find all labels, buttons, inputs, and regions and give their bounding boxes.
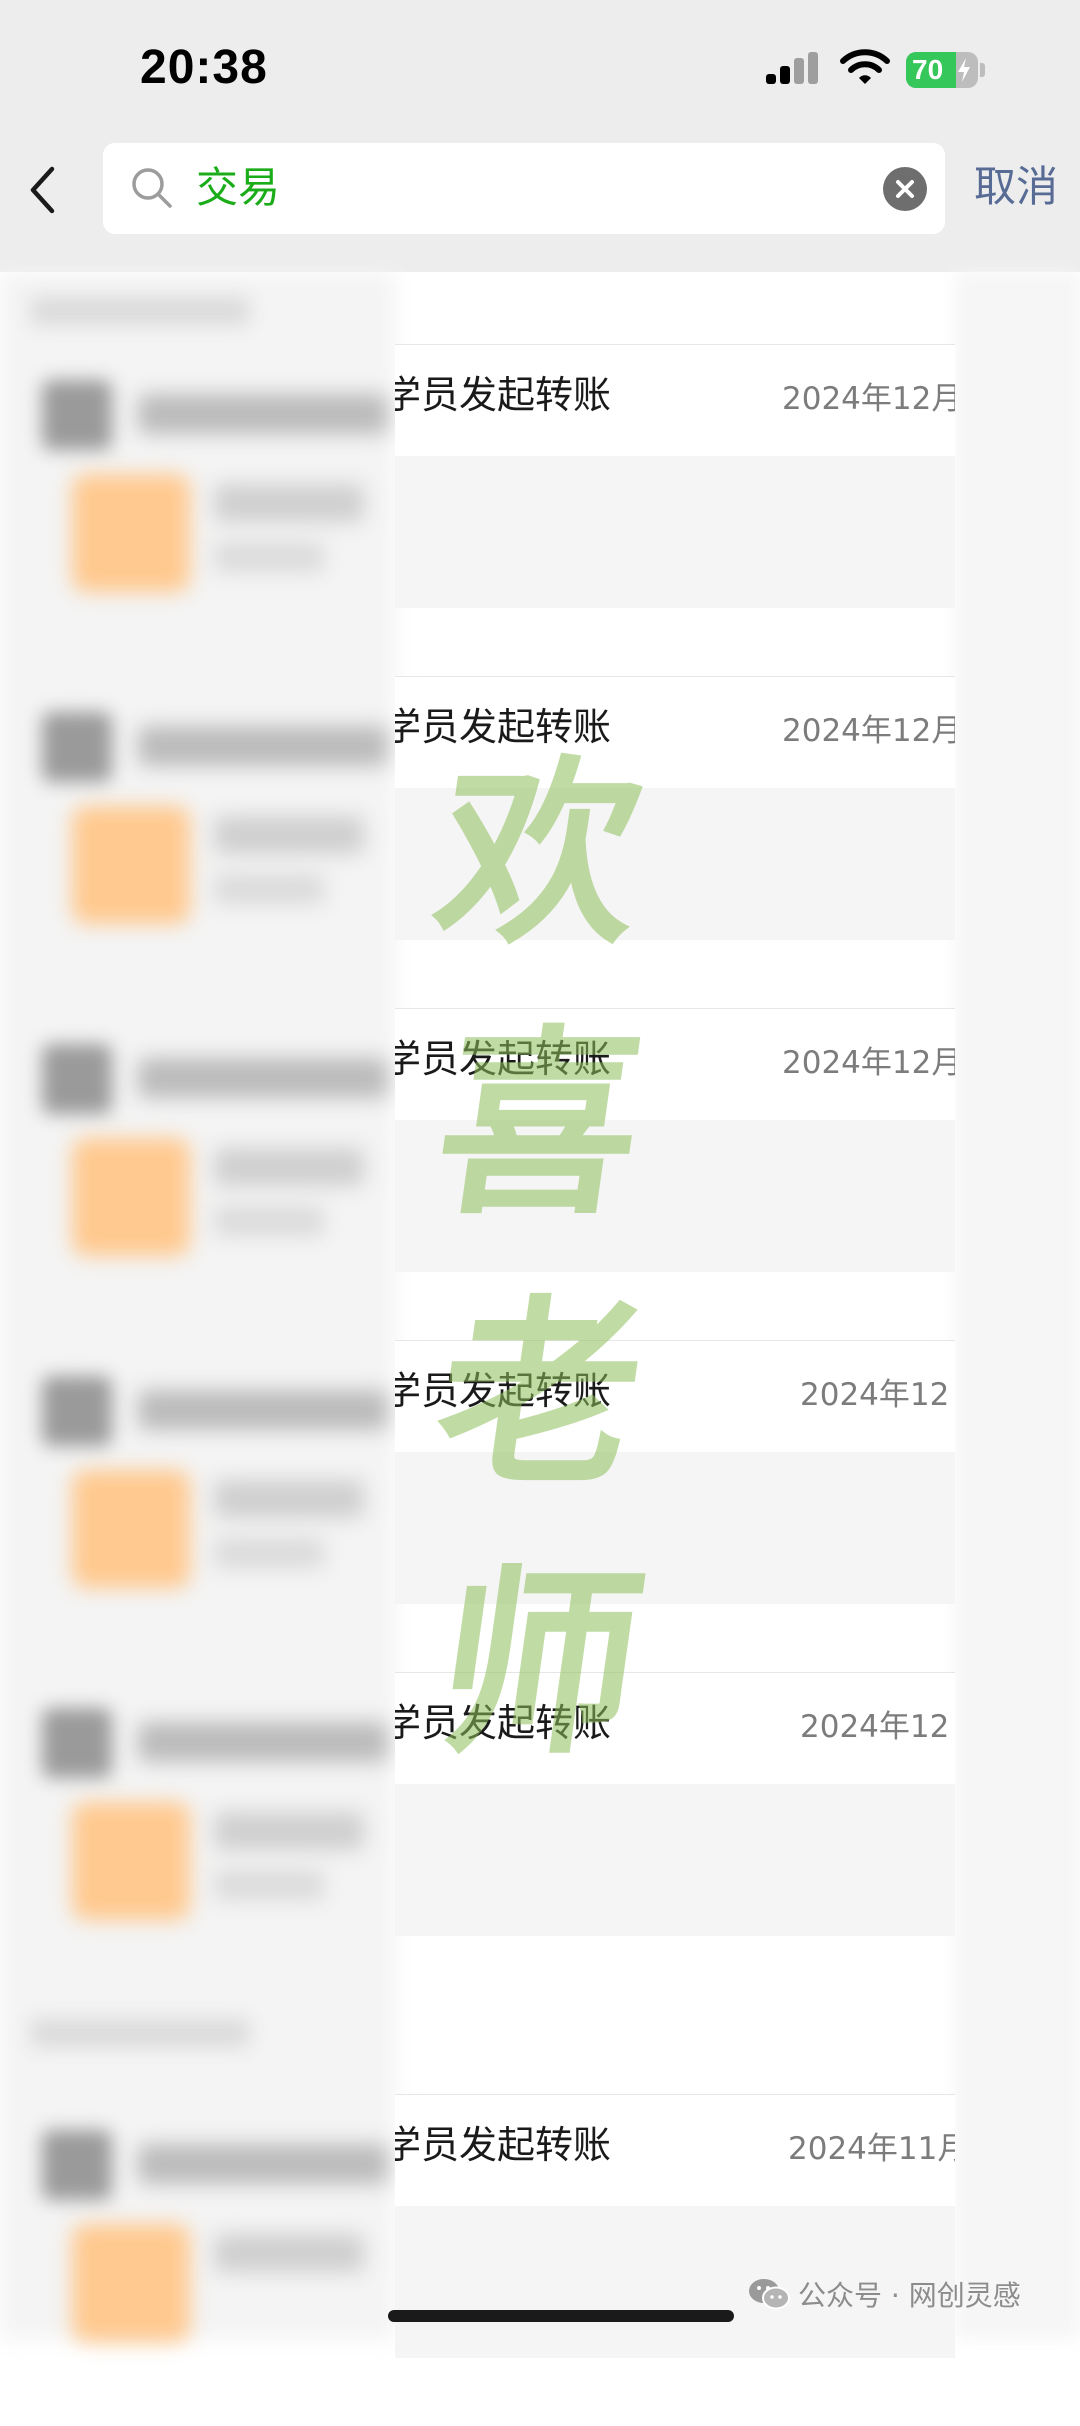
charging-bolt-icon [958, 58, 970, 82]
clear-icon [896, 180, 914, 198]
wechat-icon [749, 2279, 790, 2310]
transfer-card[interactable] [395, 456, 955, 608]
battery-percent: 70 [912, 54, 944, 85]
search-field[interactable]: 交易 [103, 143, 945, 234]
cellular-signal-icon [766, 52, 822, 90]
result-date: 2024年12月 [782, 1045, 955, 1081]
card-text-blurred [214, 484, 364, 522]
card-subtext-blurred [214, 1538, 324, 1568]
card-text-blurred [214, 1148, 364, 1186]
footer-text: 公众号 · 网创灵感 [798, 2279, 1021, 2312]
card-subtext-blurred [214, 1870, 324, 1900]
result-date: 2024年12 [800, 1709, 950, 1745]
result-item[interactable]: 学员发起转账 2024年11月 [0, 2094, 1080, 2426]
result-header: 学员发起转账 2024年11月 [395, 2094, 955, 2207]
result-date: 2024年12 [800, 1377, 950, 1413]
result-date: 2024年12月 [782, 381, 955, 417]
transfer-icon-blurred [72, 474, 190, 592]
watermark-char: 欢 [423, 737, 657, 972]
card-subtext-blurred [214, 1206, 324, 1236]
cancel-button[interactable]: 取消 [974, 160, 1058, 214]
status-time: 20:38 [140, 41, 268, 94]
back-button[interactable] [18, 158, 66, 222]
avatar-blurred [42, 2130, 112, 2200]
section-header-blurred [30, 2018, 250, 2048]
home-indicator[interactable] [388, 2310, 734, 2322]
result-title: 学员发起转账 [395, 2123, 612, 2167]
clear-search-button[interactable] [883, 167, 927, 211]
result-date: 2024年12月 [782, 713, 955, 749]
top-bar: 20:38 70 交易 取消 [0, 0, 1080, 272]
avatar-blurred [42, 712, 112, 782]
transfer-card[interactable] [395, 1784, 955, 1936]
result-header: 学员发起转账 2024年12月 [395, 344, 955, 457]
back-chevron-icon [30, 166, 55, 214]
avatar-blurred [42, 1376, 112, 1446]
search-icon [132, 168, 172, 208]
wifi-icon [840, 48, 890, 88]
card-text-blurred [214, 1812, 364, 1850]
watermark-char: 老 [423, 1277, 657, 1512]
card-text-blurred [214, 1480, 364, 1518]
sender-name-blurred [138, 394, 388, 434]
transfer-icon-blurred [72, 1470, 190, 1588]
result-date: 2024年11月 [788, 2131, 955, 2167]
avatar-blurred [42, 1044, 112, 1114]
transfer-icon-blurred [72, 806, 190, 924]
card-subtext-blurred [214, 874, 324, 904]
sender-name-blurred [138, 2144, 388, 2184]
section-header-blurred [30, 296, 250, 326]
search-input[interactable]: 交易 [196, 161, 280, 215]
card-text-blurred [214, 816, 364, 854]
avatar-blurred [42, 380, 112, 450]
watermark-char: 师 [423, 1547, 657, 1782]
footer-watermark: 公众号 · 网创灵感 [748, 2272, 1021, 2316]
card-text-blurred [214, 2234, 364, 2272]
battery-icon: 70 [906, 52, 985, 88]
result-title: 学员发起转账 [395, 373, 612, 417]
transfer-icon-blurred [72, 2224, 190, 2342]
calligraphy-watermark: 欢 喜 老 师 [405, 737, 675, 1805]
sender-name-blurred [138, 726, 388, 766]
avatar-blurred [42, 1708, 112, 1778]
result-item[interactable]: 学员发起转账 2024年12月 [0, 344, 1080, 676]
sender-name-blurred [138, 1390, 388, 1430]
watermark-char: 喜 [423, 1007, 657, 1242]
sender-name-blurred [138, 1722, 388, 1762]
transfer-icon-blurred [72, 1802, 190, 1920]
transfer-icon-blurred [72, 1138, 190, 1256]
sender-name-blurred [138, 1058, 388, 1098]
card-subtext-blurred [214, 542, 324, 572]
